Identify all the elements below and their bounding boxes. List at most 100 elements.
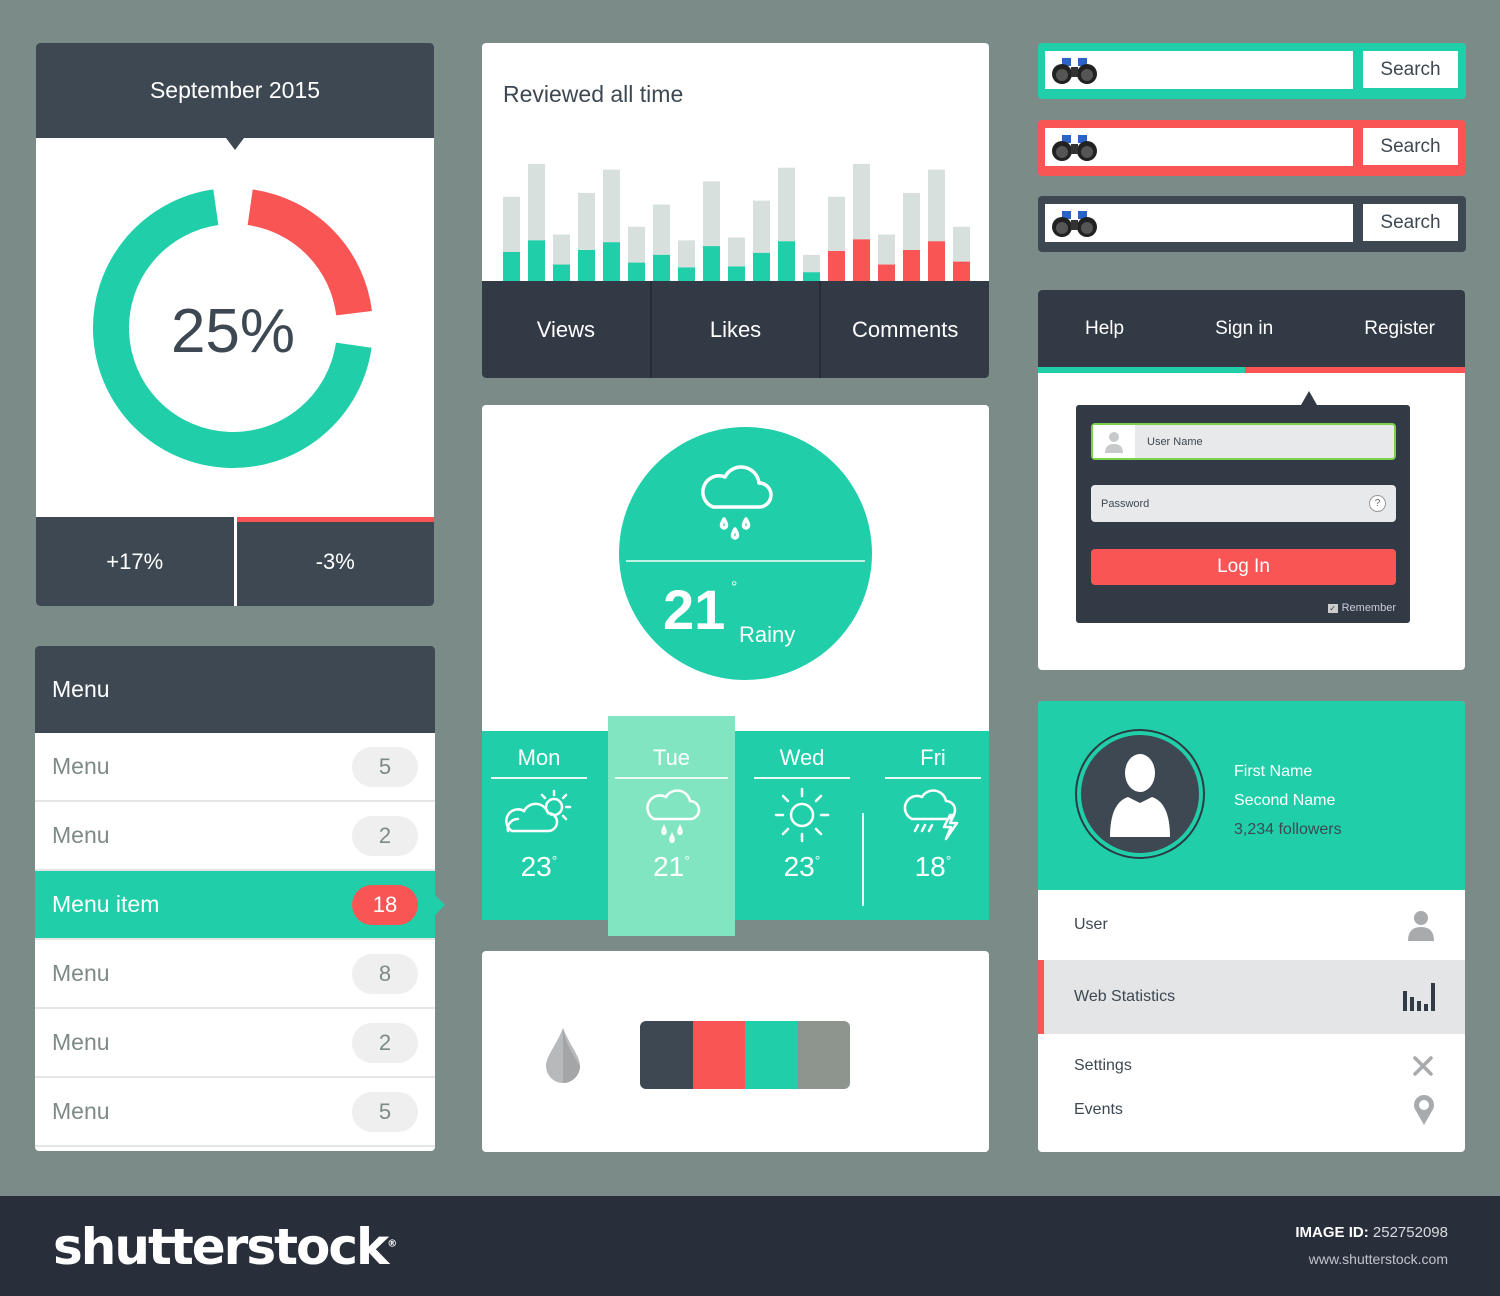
swatch-dark[interactable]: [640, 1021, 693, 1089]
bar-highlight: [778, 241, 795, 281]
person-silhouette-icon: [1110, 754, 1170, 837]
weather-divider: [626, 560, 865, 562]
swatch-teal[interactable]: [745, 1021, 798, 1089]
menu-item[interactable]: Menu 5: [35, 733, 435, 802]
day-name: Mon: [491, 731, 587, 779]
menu-label: Events: [1074, 1101, 1123, 1118]
menu-item[interactable]: Menu 2: [35, 802, 435, 871]
menu-item[interactable]: Menu 2: [35, 1009, 435, 1078]
search-button[interactable]: Search: [1363, 204, 1458, 241]
menu-item-count-badge: 8: [352, 953, 418, 994]
day-temp: 21°: [653, 851, 690, 882]
followers-count: 3,234 followers: [1234, 821, 1342, 838]
profile-header: First Name Second Name 3,234 followers: [1038, 701, 1465, 890]
thunderstorm-icon: [903, 789, 959, 841]
bar-highlight: [528, 240, 545, 281]
donut-chart: 25%: [93, 189, 372, 468]
binoculars-icon: [1052, 58, 1097, 84]
forecast-divider: [862, 813, 864, 906]
menu-label: Web Statistics: [1074, 988, 1176, 1005]
forecast-day-wed[interactable]: Wed 23°: [747, 731, 857, 920]
current-condition: Rainy: [739, 622, 796, 647]
menu-item-count-badge: 2: [352, 1022, 418, 1063]
footer: shutterstock® IMAGE ID: 252752098 www.sh…: [0, 1196, 1500, 1296]
menu-item-count-badge: 18: [352, 884, 418, 925]
password-field[interactable]: Password ?: [1091, 485, 1396, 522]
tab-comments[interactable]: Comments: [821, 281, 989, 378]
profile-card: First Name Second Name 3,234 followers U…: [1038, 701, 1465, 1152]
donut-card: September 2015 25% +17% -3%: [36, 43, 434, 606]
image-id: IMAGE ID: 252752098: [1295, 1224, 1448, 1241]
forecast-day-fri[interactable]: Fri 18°: [878, 731, 988, 920]
login-card: Help Sign in Register User Name Password…: [1038, 290, 1465, 670]
menu-item-label: Menu: [52, 1029, 110, 1055]
tools-icon: [1413, 1056, 1433, 1076]
menu-card: Menu Menu 5 Menu 2 Menu item 18 Menu 8 Menu 2 Menu…: [35, 646, 445, 1151]
profile-menu-events[interactable]: Events: [1038, 1088, 1465, 1132]
stat-positive-label: +17%: [106, 548, 164, 574]
search-button[interactable]: Search: [1363, 51, 1458, 88]
donut-center-label: 25%: [171, 297, 295, 366]
menu-item[interactable]: Menu 8: [35, 940, 435, 1009]
bar-highlight: [753, 252, 770, 281]
menu-item-label: Menu item: [52, 891, 160, 917]
bar-highlight: [578, 250, 595, 281]
nav-register[interactable]: Register: [1364, 318, 1435, 340]
day-name: Wed: [754, 731, 850, 779]
cloud-rain-icon: [701, 465, 773, 540]
swatch-red[interactable]: [692, 1021, 745, 1089]
weather-card: 21 ° Rainy Mon 23° Tue 21° Wed 23° Fri 1…: [482, 405, 989, 936]
stat-negative-label: -3%: [315, 548, 355, 574]
menu-item-active[interactable]: Menu item 18: [35, 871, 445, 940]
forecast-day-tue[interactable]: Tue 21°: [608, 716, 735, 936]
day-name: Tue: [615, 716, 728, 779]
profile-menu-web-statistics[interactable]: Web Statistics: [1038, 960, 1465, 1034]
bar-chart-icon: [1403, 983, 1435, 1011]
checkbox-icon: ✓: [1327, 603, 1338, 613]
bar-highlight: [878, 264, 895, 281]
nav-help[interactable]: Help: [1085, 318, 1124, 340]
menu-item-label: Menu: [52, 753, 110, 779]
forecast-strip: Mon 23° Tue 21° Wed 23° Fri 18°: [482, 716, 989, 936]
login-button[interactable]: Log In: [1091, 549, 1396, 585]
bar-highlight: [503, 251, 520, 281]
stat-positive[interactable]: +17%: [36, 517, 234, 606]
login-nav: Help Sign in Register: [1038, 290, 1465, 367]
partly-cloudy-icon: [505, 789, 572, 833]
profile-menu-user[interactable]: User: [1038, 890, 1465, 960]
search-input[interactable]: [1045, 128, 1353, 166]
nav-sign-in[interactable]: Sign in: [1215, 318, 1273, 340]
swatch-gray[interactable]: [797, 1021, 850, 1089]
username-field[interactable]: User Name: [1091, 423, 1396, 460]
search-input[interactable]: [1045, 204, 1353, 242]
bar-highlight: [553, 264, 570, 281]
bar-highlight: [678, 267, 695, 281]
bar-highlight: [828, 250, 845, 281]
tab-likes[interactable]: Likes: [652, 281, 822, 378]
menu-item[interactable]: Menu 5: [35, 1078, 435, 1147]
tab-views[interactable]: Views: [482, 281, 652, 378]
search-input[interactable]: [1045, 51, 1353, 89]
bar-highlight: [703, 246, 720, 281]
username-placeholder: User Name: [1147, 435, 1203, 448]
donut-header: September 2015: [36, 43, 434, 150]
drop-icon: [546, 1028, 580, 1083]
help-icon[interactable]: ?: [1369, 495, 1386, 512]
site-url: www.shutterstock.com: [1308, 1251, 1448, 1267]
search-bar-teal: Search: [1038, 43, 1466, 99]
day-temp: 23°: [520, 851, 558, 882]
stat-negative[interactable]: -3%: [236, 517, 434, 606]
day-temp: 18°: [914, 851, 952, 882]
remember-checkbox[interactable]: ✓ Remember: [1327, 602, 1396, 614]
search-button[interactable]: Search: [1363, 128, 1458, 165]
second-name: Second Name: [1234, 792, 1336, 809]
menu-list: Menu 5 Menu 2 Menu item 18 Menu 8 Menu 2 Menu 5: [35, 733, 445, 1147]
bar-highlight: [953, 261, 970, 281]
user-icon: [1408, 911, 1434, 941]
avatar[interactable]: [1075, 729, 1205, 859]
forecast-day-mon[interactable]: Mon 23°: [484, 731, 594, 920]
bar-highlight: [728, 266, 745, 281]
menu-item-count-badge: 5: [352, 746, 418, 787]
profile-menu-settings[interactable]: Settings: [1038, 1044, 1465, 1088]
brand-logo: shutterstock®: [53, 1218, 397, 1276]
